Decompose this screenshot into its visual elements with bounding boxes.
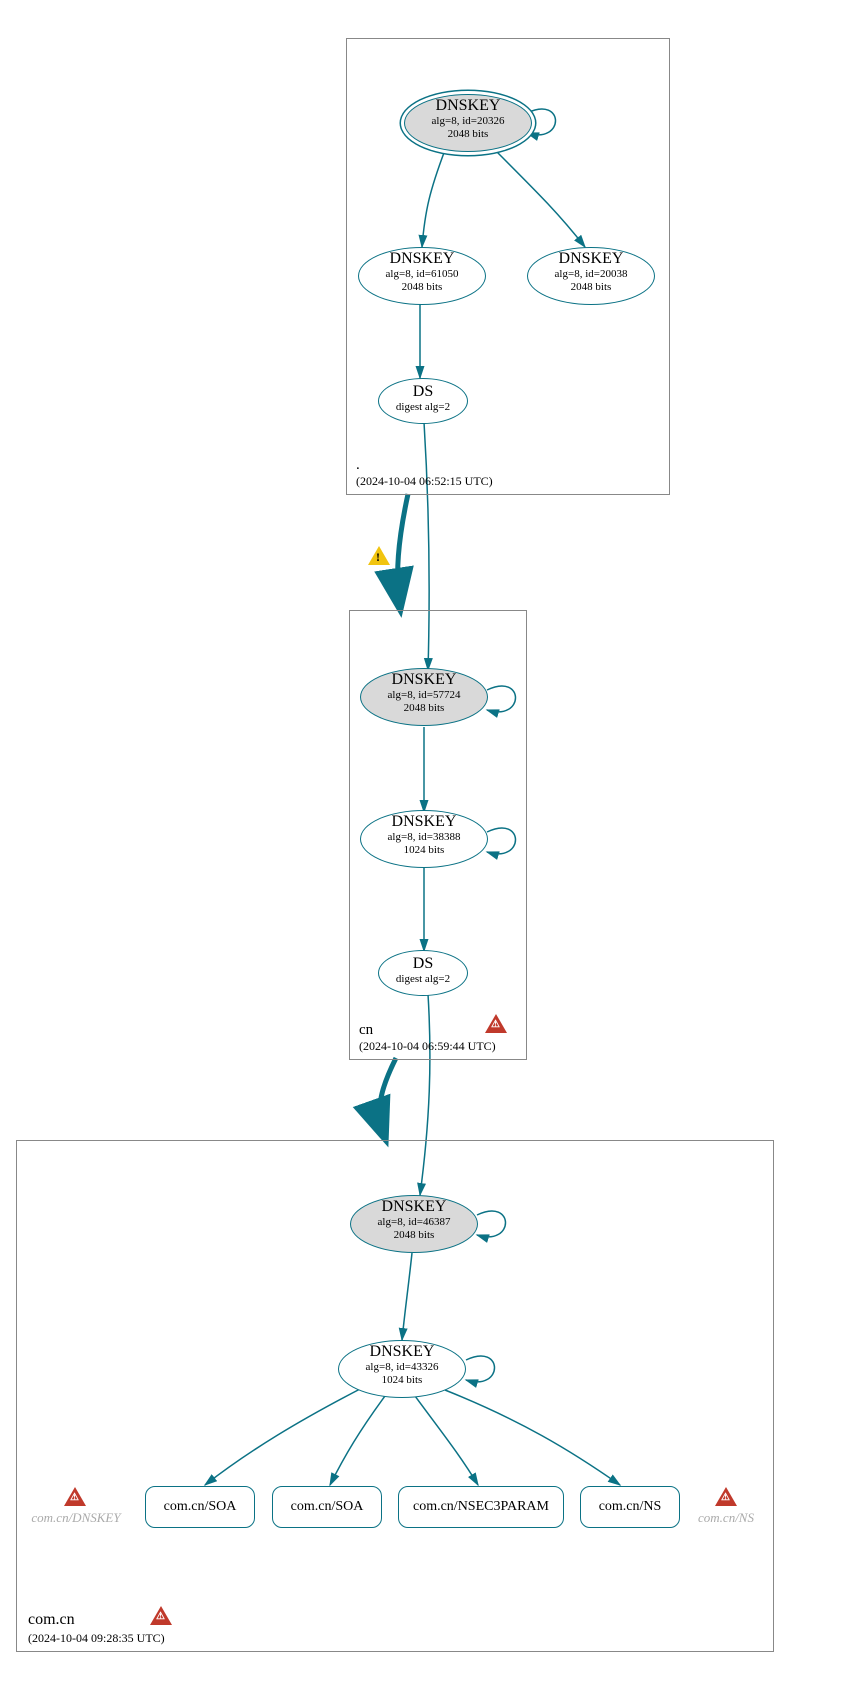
node-detail: alg=8, id=20038: [528, 268, 654, 281]
zone-cn-name: cn: [359, 1021, 373, 1039]
node-cn-ds: DS digest alg=2: [378, 950, 468, 996]
node-detail: alg=8, id=57724: [361, 689, 487, 702]
node-title: DS: [379, 383, 467, 401]
node-detail: digest alg=2: [379, 973, 467, 986]
zone-cn-timestamp: (2024-10-04 06:59:44 UTC): [359, 1039, 496, 1054]
zone-root-timestamp: (2024-10-04 06:52:15 UTC): [356, 474, 493, 489]
node-detail: digest alg=2: [379, 401, 467, 414]
error-icon: [64, 1487, 86, 1506]
node-detail: 2048 bits: [359, 281, 485, 294]
node-detail: alg=8, id=61050: [359, 268, 485, 281]
node-detail: 2048 bits: [351, 1229, 477, 1242]
node-title: DNSKEY: [528, 250, 654, 268]
node-title: DNSKEY: [361, 671, 487, 689]
zone-comcn-name: com.cn: [28, 1610, 75, 1629]
node-title: DS: [379, 955, 467, 973]
node-detail: alg=8, id=43326: [339, 1361, 465, 1374]
zone-comcn-timestamp: (2024-10-04 09:28:35 UTC): [28, 1631, 165, 1646]
error-icon: [485, 1014, 507, 1033]
node-root-zsk-20038: DNSKEY alg=8, id=20038 2048 bits: [527, 247, 655, 305]
node-detail: alg=8, id=46387: [351, 1216, 477, 1229]
ghost-comcn-ns: com.cn/NS: [690, 1510, 762, 1526]
error-icon: [715, 1487, 737, 1506]
rr-comcn-soa-1: com.cn/SOA: [145, 1486, 255, 1528]
rr-comcn-nsec3param: com.cn/NSEC3PARAM: [398, 1486, 564, 1528]
node-comcn-zsk: DNSKEY alg=8, id=43326 1024 bits: [338, 1340, 466, 1398]
node-cn-ksk: DNSKEY alg=8, id=57724 2048 bits: [360, 668, 488, 726]
node-cn-zsk: DNSKEY alg=8, id=38388 1024 bits: [360, 810, 488, 868]
node-detail: 2048 bits: [361, 702, 487, 715]
rr-comcn-ns: com.cn/NS: [580, 1486, 680, 1528]
node-root-zsk-61050: DNSKEY alg=8, id=61050 2048 bits: [358, 247, 486, 305]
node-detail: 2048 bits: [528, 281, 654, 294]
node-title: DNSKEY: [361, 813, 487, 831]
rr-comcn-soa-2: com.cn/SOA: [272, 1486, 382, 1528]
error-icon: [150, 1606, 172, 1625]
node-title: DNSKEY: [405, 97, 531, 115]
node-root-ksk: DNSKEY alg=8, id=20326 2048 bits: [404, 94, 532, 152]
node-title: DNSKEY: [359, 250, 485, 268]
warning-icon: [368, 546, 390, 565]
node-comcn-ksk: DNSKEY alg=8, id=46387 2048 bits: [350, 1195, 478, 1253]
node-detail: alg=8, id=38388: [361, 831, 487, 844]
node-detail: 1024 bits: [361, 844, 487, 857]
node-title: DNSKEY: [339, 1343, 465, 1361]
node-detail: alg=8, id=20326: [405, 115, 531, 128]
node-detail: 2048 bits: [405, 128, 531, 141]
node-detail: 1024 bits: [339, 1374, 465, 1387]
zone-root-name: .: [356, 456, 360, 474]
node-root-ds: DS digest alg=2: [378, 378, 468, 424]
node-title: DNSKEY: [351, 1198, 477, 1216]
ghost-comcn-dnskey: com.cn/DNSKEY: [22, 1510, 130, 1526]
